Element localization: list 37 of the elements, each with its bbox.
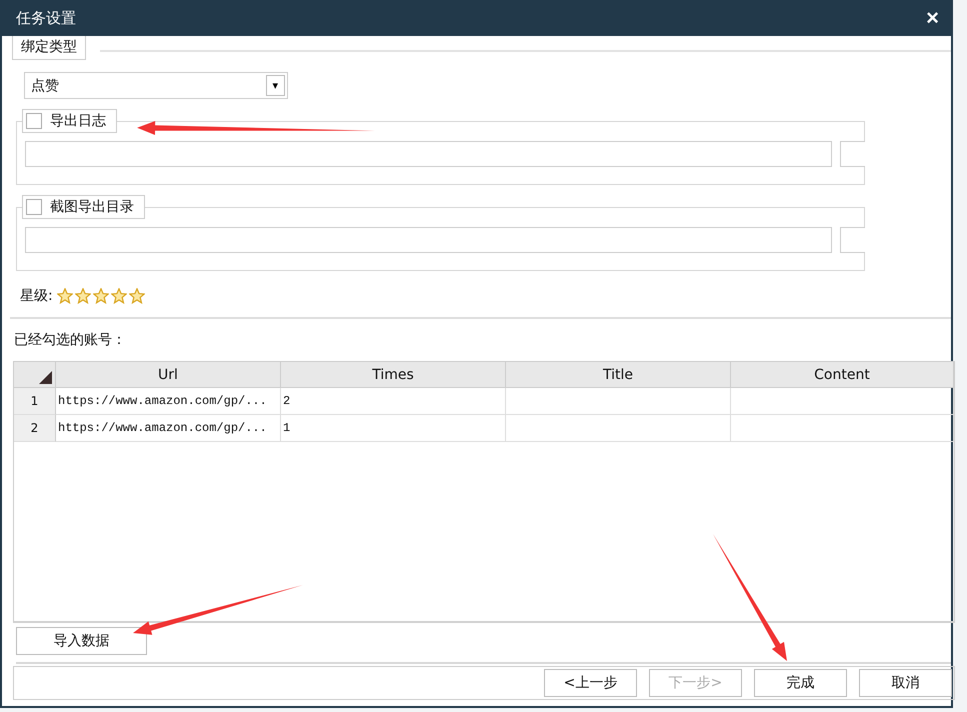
table-cell: 1	[281, 415, 506, 442]
star-icon	[92, 288, 109, 304]
star-icon	[128, 288, 145, 304]
import-button[interactable]: 导入数据	[16, 627, 147, 655]
corner-icon	[39, 371, 52, 384]
dropdown-value: 点赞	[31, 76, 59, 94]
column-header[interactable]: Url	[56, 362, 281, 388]
path-field[interactable]	[25, 227, 832, 253]
table-cell: https://www.amazon.com/gp/...	[56, 388, 281, 415]
star-icon	[74, 288, 91, 304]
type-dropdown[interactable]: 点赞 ▾	[24, 72, 288, 99]
checkbox[interactable]	[26, 199, 42, 215]
column-header[interactable]: Times	[281, 362, 506, 388]
checkbox[interactable]	[26, 113, 42, 129]
accounts-label: 已经勾选的账号：	[14, 331, 127, 349]
column-header[interactable]: Content	[731, 362, 954, 388]
row-number: 2	[14, 415, 56, 442]
rating-label: 星级:	[20, 287, 53, 305]
star-icon	[110, 288, 127, 304]
star-rating[interactable]: 星级:	[20, 287, 951, 305]
wizard-button[interactable]: <上一步	[544, 669, 637, 697]
path-field[interactable]	[25, 141, 832, 167]
wizard-button[interactable]: 取消	[859, 669, 952, 697]
browse-button[interactable]	[840, 227, 865, 253]
table-cell: 2	[281, 388, 506, 415]
checkbox-label: 导出日志	[50, 112, 106, 130]
browse-button[interactable]	[840, 141, 865, 167]
group-label: 绑定类型	[12, 36, 86, 60]
column-header[interactable]: Title	[506, 362, 731, 388]
window-title: 任务设置	[16, 8, 76, 28]
close-button[interactable]: ×	[926, 7, 939, 29]
checkbox-label: 截图导出目录	[50, 198, 134, 216]
table-cell: https://www.amazon.com/gp/...	[56, 415, 281, 442]
row-number: 1	[14, 388, 56, 415]
dropdown-button[interactable]: ▾	[266, 75, 285, 96]
wizard-button[interactable]: 完成	[754, 669, 847, 697]
star-icon	[56, 288, 73, 304]
